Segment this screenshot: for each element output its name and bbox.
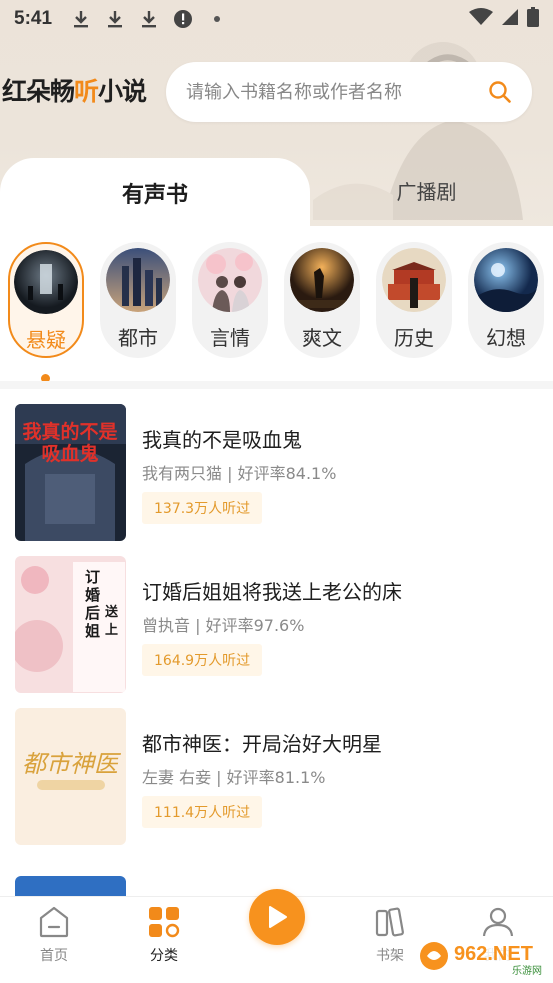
category-item-romance[interactable]: 言情 [192, 242, 268, 358]
download-icon [104, 8, 126, 30]
category-item-history[interactable]: 历史 [376, 242, 452, 358]
search-bar[interactable] [166, 62, 532, 122]
play-icon [269, 906, 287, 928]
watermark-text: 962.NET [454, 943, 533, 965]
status-time: 5:41 [14, 8, 53, 29]
book-rating: 好评率84.1% [237, 464, 337, 483]
category-label: 爽文 [302, 326, 342, 350]
book-author: 左妻 右妾 [142, 768, 212, 787]
book-title[interactable]: 都市神医：开局治好大明星 [142, 728, 382, 757]
home-icon [39, 906, 69, 938]
nav-home[interactable]: 首页 [14, 905, 94, 965]
status-right [469, 7, 539, 31]
logo-text: 红朵畅 [2, 77, 75, 106]
site-watermark: 962.NET 乐游网 [416, 936, 548, 977]
battery-icon [527, 7, 539, 31]
nav-label: 分类 [150, 948, 178, 964]
listen-count-badge: 164.9万人听过 [142, 644, 263, 676]
logo-ting: 听 [74, 77, 99, 106]
cover-title-line1: 订 [85, 568, 100, 586]
city-thumb [106, 248, 170, 312]
listen-count-badge: 137.3万人听过 [142, 492, 263, 524]
nav-category[interactable]: 分类 [124, 905, 204, 965]
category-label: 幻想 [486, 326, 526, 350]
mystery-thumb [14, 250, 78, 314]
book-author: 我有两只猫 [142, 464, 223, 483]
app-logo: 红朵畅听小说 [2, 72, 147, 108]
cover-title-line5: 送 [104, 604, 119, 620]
book-cover[interactable]: 订 婚 后 姐 送 上 [15, 556, 126, 693]
cover-title-line3: 后 [85, 604, 100, 622]
category-label: 言情 [210, 326, 250, 350]
cover-title-line6: 上 [105, 623, 118, 638]
book-meta: 曾执音 | 好评率97.6% [142, 616, 305, 635]
cover-art: 我真的不是 吸血鬼 [15, 404, 126, 541]
book-item[interactable]: 都市神医 都市神医：开局治好大明星 左妻 右妾 | 好评率81.1% 111.4… [15, 708, 540, 846]
thrill-thumb [290, 248, 354, 312]
cover-title: 都市神医 [22, 750, 122, 778]
book-rating: 好评率97.6% [205, 616, 305, 635]
category-item-mystery[interactable]: 悬疑 [8, 242, 84, 358]
cover-title-line1: 我真的不是 [22, 420, 117, 443]
category-item-thrill[interactable]: 爽文 [284, 242, 360, 358]
search-icon[interactable] [488, 80, 512, 104]
tab-radio-drama[interactable]: 广播剧 [300, 158, 553, 222]
download-icon [138, 8, 160, 30]
signal-icon [501, 8, 519, 30]
section-divider [0, 381, 553, 389]
book-title[interactable]: 订婚后姐姐将我送上老公的床 [142, 576, 402, 605]
book-cover[interactable]: 都市神医 [15, 708, 126, 845]
cover-art: 订 婚 后 姐 送 上 [15, 556, 126, 693]
history-thumb [382, 248, 446, 312]
book-cover[interactable] [15, 876, 126, 896]
content-tabs: 广播剧 有声书 [0, 158, 553, 228]
cover-art: 都市神医 [15, 708, 126, 845]
dot-icon [206, 8, 228, 30]
download-icon [70, 8, 92, 30]
play-button[interactable] [249, 889, 305, 945]
book-cover[interactable]: 我真的不是 吸血鬼 [15, 404, 126, 541]
cover-title-line2: 吸血鬼 [41, 442, 98, 465]
book-item[interactable]: 我真的不是 吸血鬼 我真的不是吸血鬼 我有两只猫 | 好评率84.1% 137.… [15, 404, 540, 542]
book-rating: 好评率81.1% [226, 768, 326, 787]
category-icon [149, 907, 180, 938]
listen-count-badge: 111.4万人听过 [142, 796, 263, 828]
nav-label: 首页 [40, 948, 68, 964]
romance-thumb [198, 248, 262, 312]
bookshelf-icon [375, 907, 404, 937]
book-author: 曾执音 [142, 616, 191, 635]
tab-audiobook[interactable]: 有声书 [0, 158, 310, 228]
watermark-sub: 乐游网 [512, 964, 542, 977]
book-meta: 左妻 右妾 | 好评率81.1% [142, 768, 326, 787]
nav-label: 书架 [376, 948, 404, 964]
app-screen: 5:41 红朵畅听小说 请输入书籍名称或作者名称 广播剧 有声书 悬疑 都市 言… [0, 0, 553, 983]
category-item-fantasy[interactable]: 幻想 [468, 242, 544, 358]
category-label: 都市 [118, 326, 158, 350]
book-meta: 我有两只猫 | 好评率84.1% [142, 464, 337, 483]
cover-title-line2: 婚 [85, 586, 100, 604]
fantasy-thumb [474, 248, 538, 312]
book-item[interactable]: 订 婚 后 姐 送 上 订婚后姐姐将我送上老公的床 曾执音 | 好评率97.6%… [15, 556, 540, 694]
book-title[interactable]: 我真的不是吸血鬼 [142, 424, 302, 453]
category-row: 悬疑 都市 言情 爽文 历史 幻想 [0, 238, 553, 383]
category-label: 历史 [394, 326, 434, 350]
category-label: 悬疑 [26, 328, 66, 352]
wifi-icon [469, 8, 493, 30]
status-bar: 5:41 [0, 0, 553, 38]
search-input[interactable] [186, 81, 488, 103]
alert-icon [172, 8, 194, 30]
main-content: 悬疑 都市 言情 爽文 历史 幻想 我真的不是 吸血鬼 我真的不是吸血鬼 我有两… [0, 226, 553, 896]
cover-title-line4: 姐 [85, 622, 100, 640]
category-item-city[interactable]: 都市 [100, 242, 176, 358]
logo-tail: 小说 [98, 77, 147, 106]
